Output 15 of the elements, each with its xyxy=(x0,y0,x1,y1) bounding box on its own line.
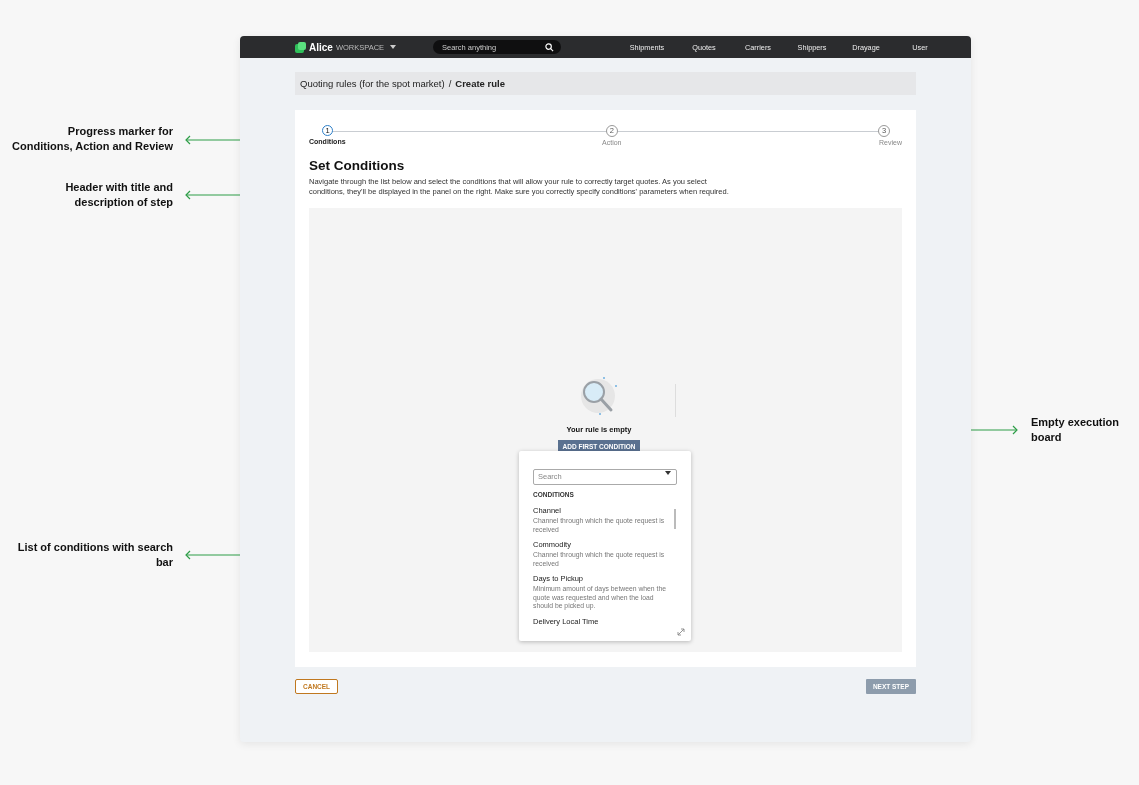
breadcrumb-link[interactable]: Quoting rules (for the spot market) xyxy=(300,78,445,89)
annotation-text: Progress marker for Conditions, Action and Review xyxy=(11,124,173,154)
search-icon[interactable] xyxy=(545,42,554,52)
annotation-text: List of conditions with search bar xyxy=(16,540,173,570)
caret-icon[interactable] xyxy=(665,471,671,476)
annotation-text: Header with title and description of step xyxy=(64,180,173,210)
breadcrumb-current: Create rule xyxy=(455,78,505,89)
logo-icon xyxy=(295,41,306,53)
step-title: Set Conditions xyxy=(309,158,406,173)
caret-icon[interactable] xyxy=(390,45,397,49)
breadcrumb-separator: / xyxy=(448,78,452,89)
expand-icon[interactable] xyxy=(677,628,685,637)
brand-name: Alice xyxy=(309,41,333,53)
scrollbar[interactable] xyxy=(674,509,676,530)
annotation-text: Empty execution board xyxy=(1031,415,1121,445)
